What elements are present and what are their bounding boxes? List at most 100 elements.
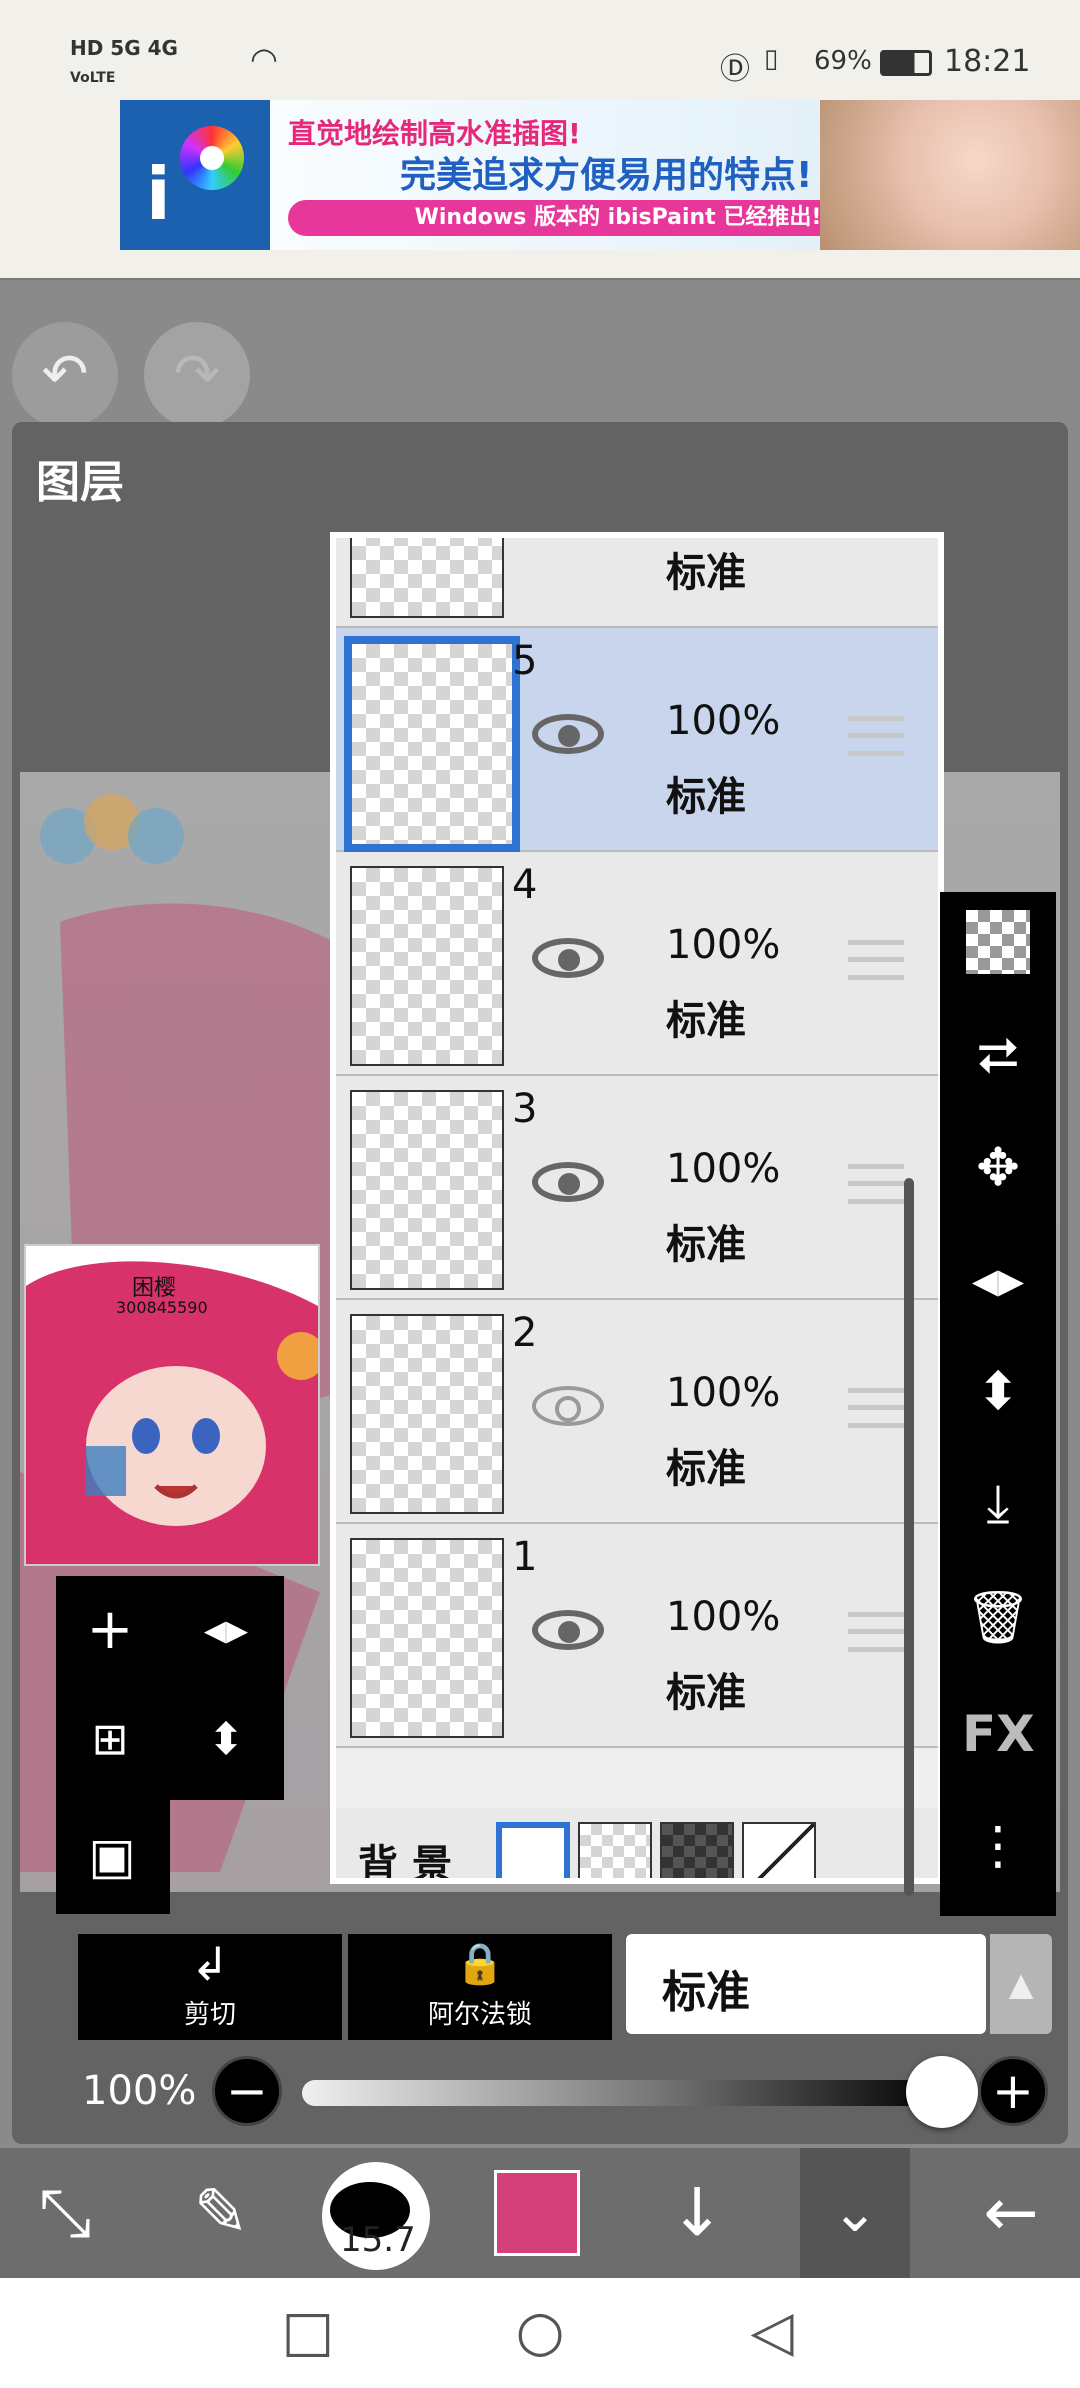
ibispaint-logo: i (120, 100, 270, 250)
drag-handle-icon[interactable] (848, 716, 904, 756)
drag-handle-icon[interactable] (848, 1388, 904, 1428)
flip-layer-vertical-icon[interactable]: ⬍ (186, 1700, 266, 1780)
layer-number: 1 (512, 1534, 538, 1580)
visibility-eye-icon[interactable] (532, 1386, 604, 1426)
flip-vertical-icon[interactable]: ⬍ (962, 1356, 1034, 1428)
move-icon[interactable]: ✥ (962, 1132, 1034, 1204)
network-indicators: HD 5G 4G (70, 36, 178, 60)
ad-subheadline: 完美追求方便易用的特点! (400, 155, 813, 196)
undo-button[interactable]: ↶ (12, 322, 118, 428)
visibility-eye-icon[interactable] (532, 714, 604, 754)
blend-mode-dropdown-icon[interactable]: ▲ (990, 1934, 1052, 2034)
drag-handle-icon[interactable] (848, 940, 904, 980)
color-swatch[interactable] (494, 2170, 580, 2256)
fx-icon[interactable]: FX (962, 1698, 1035, 1770)
layer-thumbnail (344, 636, 520, 852)
visibility-eye-icon[interactable] (532, 938, 604, 978)
wifi-icon: ◠ (250, 40, 278, 78)
layer-number: 5 (512, 638, 538, 684)
bg-dark-swatch[interactable] (660, 1822, 734, 1878)
bg-transparent-swatch[interactable] (578, 1822, 652, 1878)
opacity-decrease-button[interactable]: − (212, 2056, 282, 2126)
flip-layer-horizontal-icon[interactable]: ◂▸ (186, 1590, 266, 1670)
drag-handle-icon[interactable] (848, 1164, 904, 1204)
visibility-eye-icon[interactable] (532, 1610, 604, 1650)
recent-apps-icon[interactable]: □ (278, 2302, 338, 2362)
ad-banner[interactable]: i 直觉地绘制高水准插图! 完美追求方便易用的特点! Windows 版本的 i… (120, 100, 1080, 250)
vibrate-icon: ▯ (764, 44, 779, 74)
layer-opacity: 100% (666, 1146, 781, 1192)
layer-opacity: 100% (666, 1370, 781, 1416)
layer-row[interactable]: 4 100% 标准 (336, 852, 938, 1076)
add-layer-icon[interactable]: + (70, 1590, 150, 1670)
ad-banner-area: i 直觉地绘制高水准插图! 完美追求方便易用的特点! Windows 版本的 i… (0, 100, 1080, 280)
battery-icon (880, 50, 932, 76)
panel-title: 图层 (36, 457, 124, 508)
alpha-lock-button[interactable]: 🔒 阿尔法锁 (348, 1934, 612, 2040)
delete-layer-icon[interactable]: 🗑 (962, 1582, 1034, 1654)
back-icon[interactable]: ◁ (742, 2302, 802, 2362)
layer-row[interactable]: 100%标准 (336, 538, 938, 628)
layer-blend-mode: 标准 (666, 774, 746, 820)
layer-panel: 图层 100%标准5100%标准4100%标准3100%标准2100%标准110… (12, 422, 1068, 2144)
battery-percent: 69% (814, 46, 872, 76)
layer-row[interactable]: 5 100% 标准 (336, 628, 938, 852)
status-bar: HD 5G 4G VoLTE ◠ Ⓓ ▯ 69% 18:21 (0, 0, 1080, 100)
layer-list-scrollbar[interactable] (904, 1178, 914, 1896)
opacity-slider-thumb[interactable] (906, 2056, 978, 2128)
layer-opacity: 100% (666, 698, 781, 744)
layer-row[interactable]: 2 100% 标准 (336, 1300, 938, 1524)
brush-icon[interactable]: ✎ (176, 2168, 266, 2258)
blend-mode-select[interactable]: 标准 (626, 1934, 986, 2034)
opacity-increase-button[interactable]: + (978, 2056, 1048, 2126)
layer-row[interactable]: 3 100% 标准 (336, 1076, 938, 1300)
blend-mode-value: 标准 (662, 1967, 750, 2018)
tool-select-icon[interactable]: ⤡ (20, 2168, 110, 2258)
flip-horizontal-icon[interactable]: ◂▸ (962, 1244, 1034, 1316)
visibility-eye-icon[interactable] (532, 1162, 604, 1202)
background-label: 背景 (358, 1842, 466, 1884)
alpha-lock-label: 阿尔法锁 (427, 2000, 532, 2030)
bottom-toolbar: ⤡ ✎ 15.7 ↓ ⌄ ← (0, 2148, 1080, 2278)
layer-blend-mode: 标准 (666, 998, 746, 1044)
layer-thumbnail (350, 1090, 504, 1290)
home-icon[interactable]: ○ (510, 2302, 570, 2362)
brush-size-button[interactable]: 15.7 (322, 2162, 430, 2270)
layer-blend-mode: 标准 (666, 1670, 746, 1716)
layer-thumbnail (350, 866, 504, 1066)
back-arrow-icon[interactable]: ← (966, 2168, 1056, 2258)
chevron-down-icon: ⌄ (831, 2180, 879, 2245)
swap-layer-icon[interactable]: ⮂ (962, 1020, 1034, 1092)
bg-none-swatch[interactable] (742, 1822, 816, 1878)
drag-handle-icon[interactable] (848, 1612, 904, 1652)
layer-actions-toolbar: + ◂▸ ⊞ ⬍ (56, 1576, 284, 1800)
cut-button[interactable]: ↲ 剪切 (78, 1934, 342, 2040)
layer-panel-toggle[interactable]: ⌄ (800, 2148, 910, 2278)
camera-toolbar: ▣ (56, 1800, 170, 1914)
layer-list[interactable]: 100%标准5100%标准4100%标准3100%标准2100%标准1100%标… (330, 532, 944, 1884)
layer-thumbnail (350, 538, 504, 618)
camera-icon[interactable]: ▣ (72, 1816, 152, 1896)
layer-opacity: 100% (666, 922, 781, 968)
layer-down-icon[interactable]: ↓ (652, 2168, 742, 2258)
bg-white-swatch[interactable] (496, 1822, 570, 1878)
layer-tools-toolbar: ⮂ ✥ ◂▸ ⬍ ⤓ 🗑 FX ⋮ (940, 892, 1056, 1916)
layer-blend-mode: 标准 (666, 1446, 746, 1492)
cut-icon: ↲ (190, 1937, 230, 1991)
clock: 18:21 (944, 44, 1031, 79)
duplicate-layer-icon[interactable]: ⊞ (70, 1700, 150, 1780)
volte-indicator: VoLTE (70, 70, 116, 86)
redo-button[interactable]: ↷ (144, 322, 250, 428)
layer-thumbnail (350, 1314, 504, 1514)
layer-opacity: 100% (666, 1594, 781, 1640)
opacity-slider[interactable] (302, 2080, 942, 2106)
merge-down-icon[interactable]: ⤓ (962, 1468, 1034, 1540)
layer-row[interactable]: 1 100% 标准 (336, 1524, 938, 1748)
more-options-icon[interactable]: ⋮ (962, 1810, 1034, 1882)
transparent-layer-icon[interactable] (966, 910, 1030, 974)
preview-handwriting-number: 300845590 (116, 1298, 208, 1317)
cut-label: 剪切 (183, 2000, 236, 2030)
alarm-icon: Ⓓ (720, 52, 750, 87)
layer-blend-mode: 标准 (666, 550, 746, 596)
layer-number: 2 (512, 1310, 538, 1356)
